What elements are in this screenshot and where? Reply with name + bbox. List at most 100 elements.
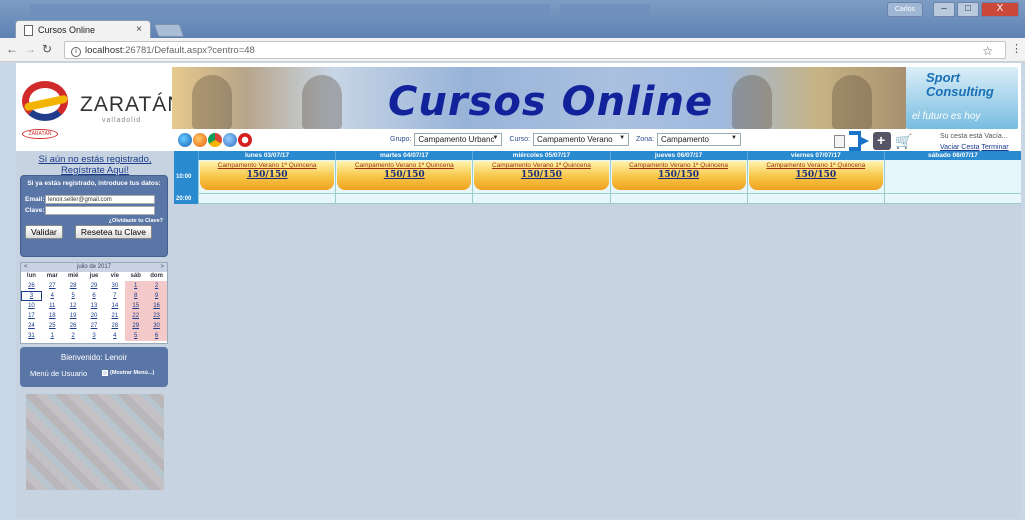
minimize-button[interactable]: –	[933, 2, 955, 17]
course-slot-capacity[interactable]: 150/150	[612, 170, 746, 180]
url-input[interactable]: i localhost:26781/Default.aspx?centro=48 …	[64, 41, 1006, 59]
course-slot-name[interactable]: Campamento Verano 1ª Quincena	[749, 162, 883, 170]
login-arrow-icon[interactable]	[849, 131, 869, 151]
calendar-day[interactable]: 8	[125, 291, 147, 301]
calendar-day[interactable]: 6	[84, 291, 105, 301]
url-host: localhost	[85, 45, 123, 56]
calendar-day[interactable]: 5	[125, 331, 147, 341]
forward-arrow-icon[interactable]: →	[24, 42, 36, 56]
empty-cart-link[interactable]: Vaciar Cesta	[940, 144, 980, 151]
opera-icon[interactable]	[238, 133, 252, 147]
course-slot[interactable]: Campamento Verano 1ª Quincena 150/150	[200, 161, 335, 190]
browser-menu-icon[interactable]: ⋮	[1011, 42, 1022, 55]
course-slot-name[interactable]: Campamento Verano 1ª Quincena	[337, 162, 471, 170]
cart-icon[interactable]: 🛒	[895, 133, 912, 149]
calendar-day[interactable]: 26	[21, 281, 42, 291]
calendar-day[interactable]: 13	[84, 301, 105, 311]
calendar-day[interactable]: 31	[21, 331, 42, 341]
calendar-day[interactable]: 4	[42, 291, 63, 301]
calendar-day[interactable]: 24	[21, 321, 42, 331]
calendar-day[interactable]: 27	[84, 321, 105, 331]
close-window-button[interactable]: X	[981, 2, 1019, 17]
course-slot[interactable]: Campamento Verano 1ª Quincena 150/150	[337, 161, 472, 190]
calendar-day[interactable]: 3	[84, 331, 105, 341]
calendar-day[interactable]: 3	[21, 291, 42, 301]
browser-tab[interactable]: Cursos Online ×	[15, 20, 151, 39]
calendar-day[interactable]: 6	[146, 331, 167, 341]
course-slot[interactable]: Campamento Verano 1ª Quincena 150/150	[611, 161, 746, 190]
calendar-day[interactable]: 21	[104, 311, 125, 321]
calendar-day[interactable]: 12	[63, 301, 84, 311]
calendar-day[interactable]: 29	[84, 281, 105, 291]
reload-icon[interactable]: ↻	[42, 42, 52, 56]
close-tab-icon[interactable]: ×	[136, 24, 142, 35]
course-slot-name[interactable]: Campamento Verano 1ª Quincena	[474, 162, 608, 170]
calendar-prev[interactable]: <	[24, 263, 28, 272]
calendar-day[interactable]: 11	[42, 301, 63, 311]
calendar-day[interactable]: 25	[42, 321, 63, 331]
course-slot-name[interactable]: Campamento Verano 1ª Quincena	[200, 162, 334, 170]
calendar-day[interactable]: 28	[63, 281, 84, 291]
curso-select[interactable]: Campamento Verano ▼	[533, 133, 630, 146]
calendar-day[interactable]: 5	[63, 291, 84, 301]
calendar-day[interactable]: 16	[146, 301, 167, 311]
finish-link[interactable]: Terminar	[981, 144, 1008, 151]
calendar-day[interactable]: 2	[63, 331, 84, 341]
calendar-day[interactable]: 30	[146, 321, 167, 331]
new-tab-button[interactable]	[153, 24, 185, 37]
course-slot-name[interactable]: Campamento Verano 1ª Quincena	[612, 162, 746, 170]
calendar-day[interactable]: 27	[42, 281, 63, 291]
ie-icon[interactable]	[178, 133, 192, 147]
firefox-icon[interactable]	[193, 133, 207, 147]
calendar-day[interactable]: 4	[104, 331, 125, 341]
calendar-day[interactable]: 17	[21, 311, 42, 321]
sport-consulting-logo[interactable]: Sport Consulting el futuro es hoy	[906, 67, 1018, 129]
info-icon[interactable]: i	[71, 47, 81, 57]
calendar-day[interactable]: 22	[125, 311, 147, 321]
calendar-day[interactable]: 14	[104, 301, 125, 311]
calendar-day[interactable]: 19	[63, 311, 84, 321]
calendar-day[interactable]: 18	[42, 311, 63, 321]
validate-button[interactable]: Validar	[25, 225, 63, 239]
bookmark-star-icon[interactable]: ☆	[982, 44, 993, 58]
course-slot-capacity[interactable]: 150/150	[749, 170, 883, 180]
calendar-day[interactable]: 9	[146, 291, 167, 301]
course-slot-capacity[interactable]: 150/150	[337, 170, 471, 180]
show-menu-button[interactable]: (Mostrar Menú...)	[102, 370, 154, 376]
reset-password-button[interactable]: Resetea tu Clave	[74, 225, 153, 239]
calendar-day[interactable]: 10	[21, 301, 42, 311]
register-prompt[interactable]: Si aún no estás registrado, Regístrate A…	[20, 154, 170, 176]
email-label: Email:	[25, 196, 45, 203]
password-field[interactable]	[45, 206, 155, 215]
zona-select[interactable]: Campamento ▼	[656, 133, 741, 146]
calendar-day[interactable]: 15	[125, 301, 147, 311]
calendar-day[interactable]: 7	[104, 291, 125, 301]
course-slot-capacity[interactable]: 150/150	[474, 170, 608, 180]
add-icon[interactable]: +	[873, 132, 891, 150]
calendar-day[interactable]: 30	[104, 281, 125, 291]
grupo-select[interactable]: Campamento Urbanc ▼	[414, 133, 503, 146]
course-slot-capacity[interactable]: 150/150	[200, 170, 334, 180]
window-user-badge[interactable]: Carlos	[887, 2, 923, 17]
forgot-password-link[interactable]: ¿Olvidaste tu Clave?	[25, 218, 163, 224]
calendar-day[interactable]: 1	[42, 331, 63, 341]
chrome-icon[interactable]	[208, 133, 222, 147]
email-field[interactable]: lenoir.seller@gmail.com	[45, 195, 155, 204]
calendar-day[interactable]: 26	[63, 321, 84, 331]
course-slot[interactable]: Campamento Verano 1ª Quincena 150/150	[474, 161, 609, 190]
course-slot[interactable]: Campamento Verano 1ª Quincena 150/150	[748, 161, 883, 190]
calendar-day[interactable]: 28	[104, 321, 125, 331]
calendar-next[interactable]: >	[160, 263, 164, 272]
day-header: jueves 06/07/17	[609, 151, 747, 160]
safari-icon[interactable]	[223, 133, 237, 147]
register-line1[interactable]: Si aún no estás registrado,	[38, 154, 151, 165]
calendar-day[interactable]: 1	[125, 281, 147, 291]
maximize-button[interactable]: □	[957, 2, 979, 17]
calendar-day[interactable]: 2	[146, 281, 167, 291]
calendar-day[interactable]: 20	[84, 311, 105, 321]
calendar-day[interactable]: 23	[146, 311, 167, 321]
back-arrow-icon[interactable]: ←	[6, 42, 18, 56]
calendar-day[interactable]: 29	[125, 321, 147, 331]
document-icon[interactable]	[834, 134, 845, 148]
zaratan-logo[interactable]: ZARATÁN valladolid ZARATÁN	[18, 67, 182, 147]
